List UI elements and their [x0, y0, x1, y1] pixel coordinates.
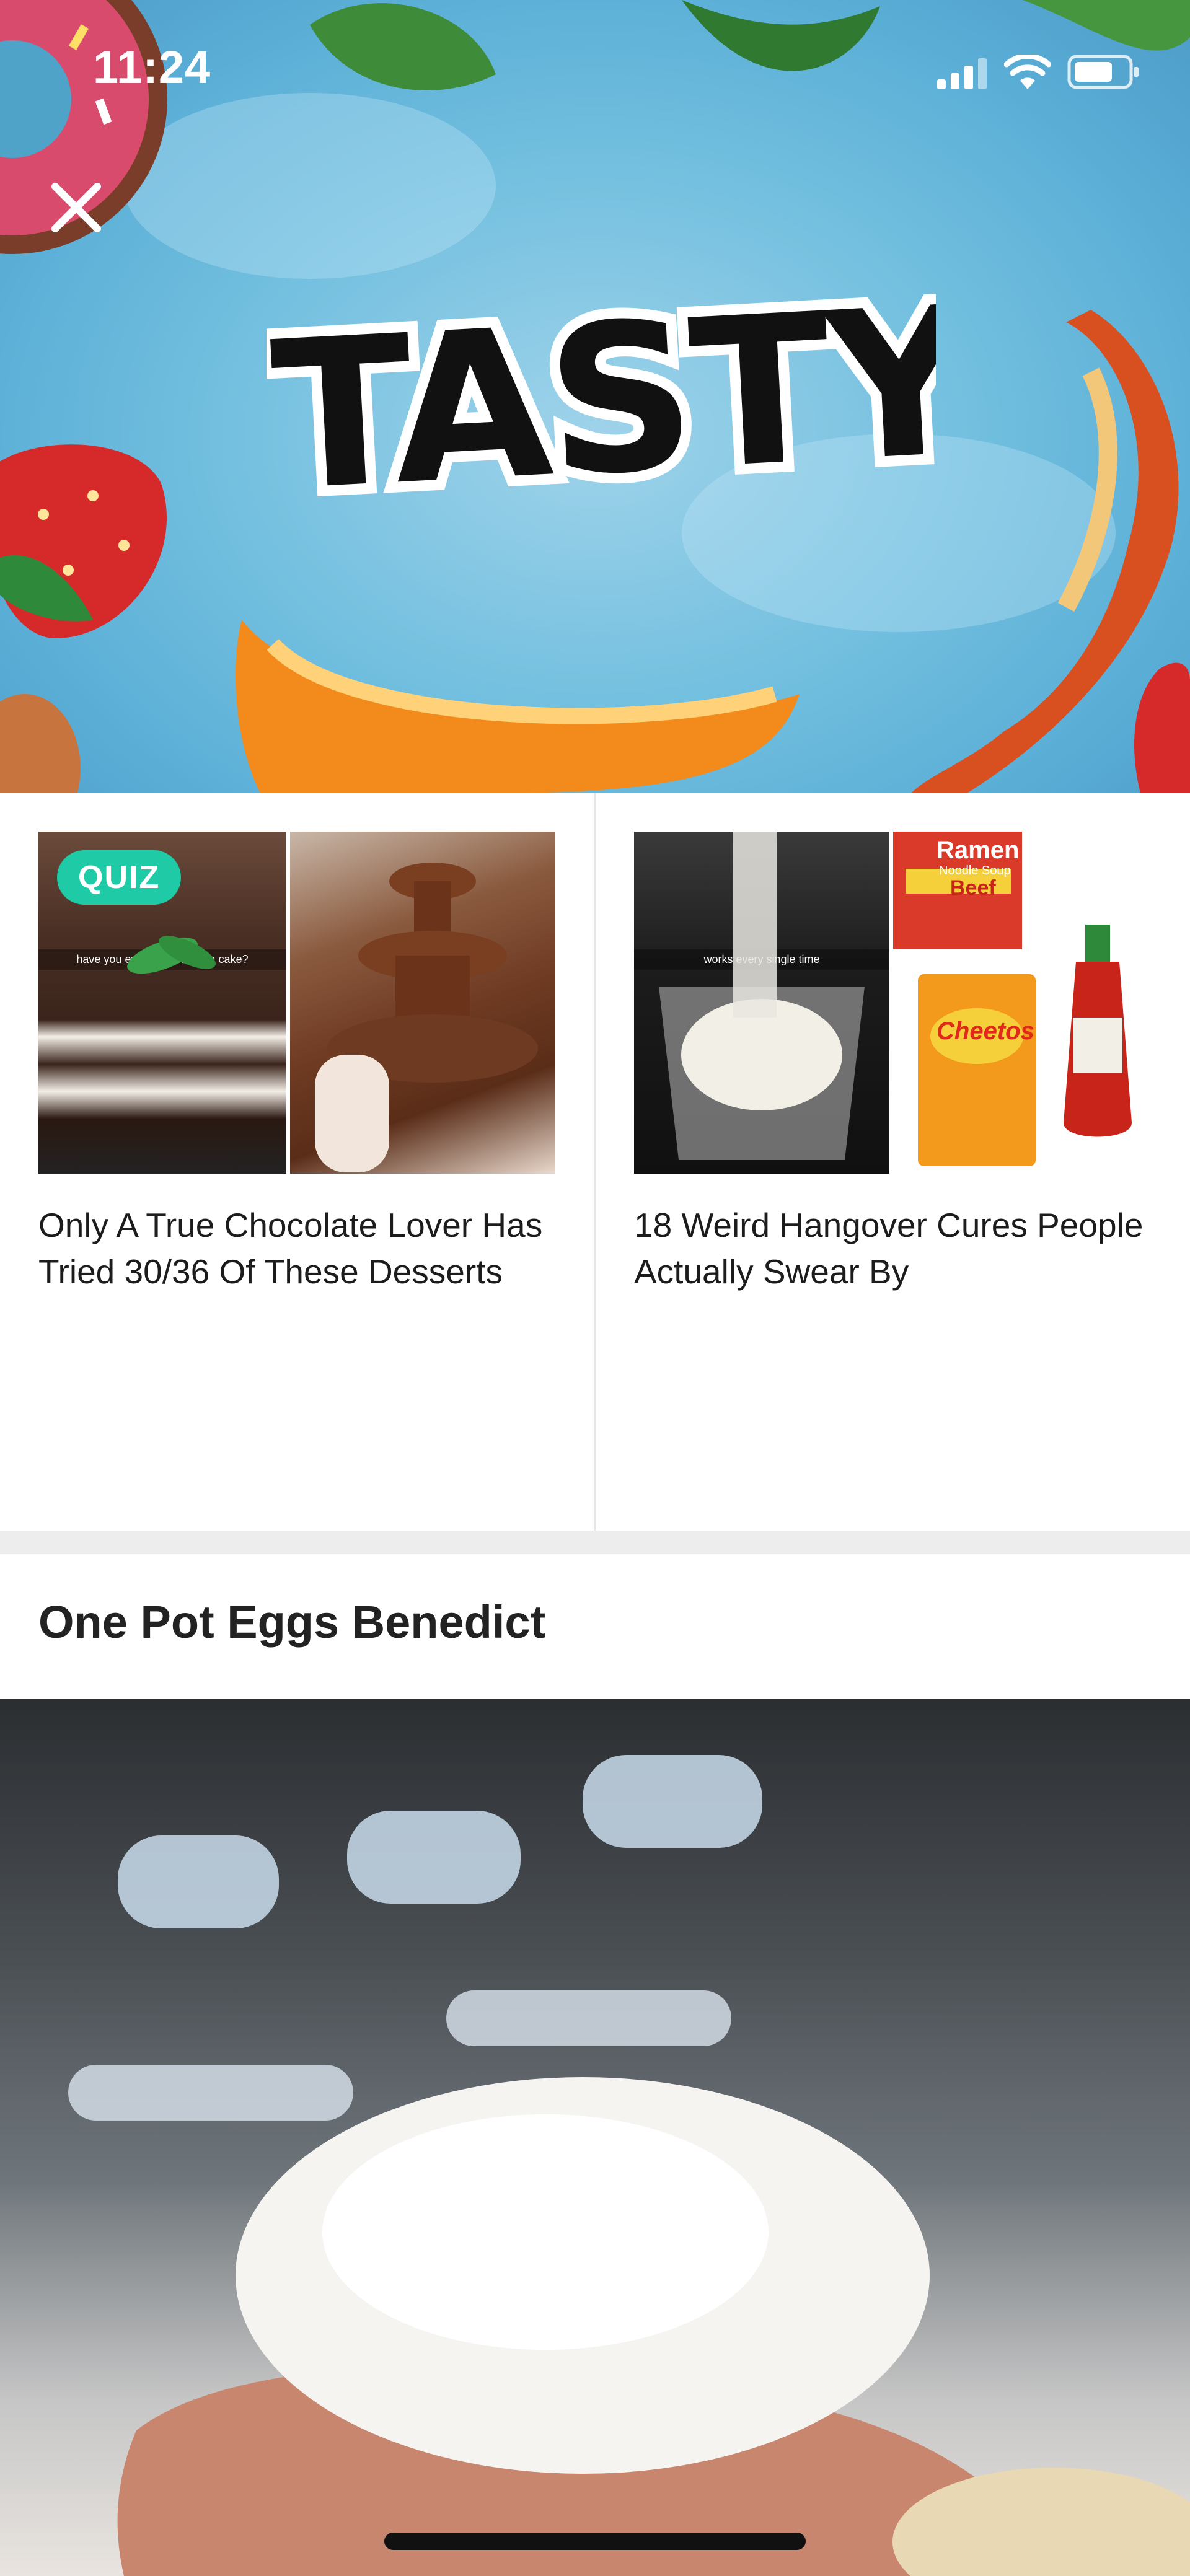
mint-garnish [127, 936, 216, 974]
battery-icon [1067, 55, 1139, 89]
status-time: 11:24 [93, 42, 211, 93]
eggs-benedict-image [68, 1755, 1190, 2576]
article-card[interactable]: QUIZ have you ever had an opera cake? [0, 793, 594, 1531]
fountain-shape [315, 863, 538, 1172]
package-label: Cheetos [937, 1018, 1034, 1045]
close-button[interactable] [48, 180, 104, 235]
article-card[interactable]: works every single time Ramen [594, 793, 1189, 1531]
home-indicator[interactable] [384, 2533, 806, 2550]
recipe-title[interactable]: One Pot Eggs Benedict [38, 1596, 545, 1648]
hero-banner: 11:24 TASTY [0, 0, 1190, 793]
chocolate-fountain-image [290, 832, 555, 1174]
logo-text: TASTY [267, 262, 936, 537]
signal-icon [937, 58, 987, 89]
opera-cake-image: QUIZ have you ever had an opera cake? [38, 832, 286, 1174]
status-icons [937, 55, 1140, 89]
article-images: QUIZ have you ever had an opera cake? [38, 832, 555, 1174]
article-title[interactable]: Only A True Chocolate Lover Has Tried 30… [38, 1202, 555, 1295]
article-grid: QUIZ have you ever had an opera cake? [0, 793, 1190, 1531]
article-title[interactable]: 18 Weird Hangover Cures People Actually … [634, 1202, 1151, 1295]
close-icon [51, 183, 101, 232]
recipe-video[interactable] [0, 1699, 1190, 2576]
package-label: Ramen [937, 837, 1020, 864]
tasty-logo: TASTY [267, 252, 936, 547]
milk-glass-image: works every single time [634, 832, 889, 1174]
hangover-food-image: Ramen Noodle Soup Beef Cheetos [893, 832, 1151, 1174]
snack-packages [893, 832, 1132, 1166]
package-label: Beef [950, 876, 996, 900]
wifi-icon [1004, 55, 1051, 89]
article-images: works every single time Ramen [634, 832, 1151, 1174]
section-divider [0, 1531, 1190, 1554]
milk-glass-shape [659, 832, 865, 1160]
